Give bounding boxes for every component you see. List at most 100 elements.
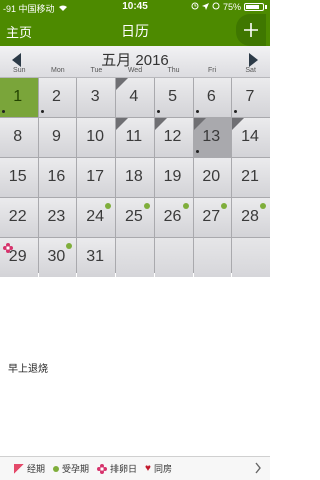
fertile-dot-icon: [53, 465, 60, 472]
period-icon: [14, 463, 24, 474]
day-number: 20: [202, 168, 221, 185]
status-bar: -91 中国移动 10:45 75%: [0, 0, 270, 14]
day-number: 28: [241, 208, 259, 225]
chevron-right-icon[interactable]: [254, 462, 262, 474]
legend-bar: 经期 受孕期 排卵日 ♥ 同房: [0, 456, 270, 480]
day-number: 30: [47, 248, 66, 265]
calendar-day-cell[interactable]: 9: [38, 118, 77, 157]
fertile-dot-icon: [260, 203, 266, 209]
calendar-empty-cell: [116, 238, 154, 277]
fertile-dot-icon: [182, 203, 189, 209]
fertile-dot-icon: [143, 203, 150, 209]
calendar-empty-cell: [154, 238, 193, 277]
battery-icon: [244, 3, 264, 11]
calendar-day-cell[interactable]: 2: [38, 78, 77, 117]
legend-fertile: 受孕期: [53, 462, 89, 475]
app-root: -91 中国移动 10:45 75% 主页 日历 五月 2016 Sun Mon…: [0, 0, 270, 480]
note-dot-icon: [156, 110, 160, 113]
day-number: 13: [202, 128, 221, 145]
calendar-day-cell[interactable]: 18: [116, 158, 154, 197]
day-number: 1: [13, 88, 23, 105]
legend-intercourse: ♥ 同房: [145, 462, 172, 475]
day-number: 2: [51, 88, 61, 105]
calendar-day-cell[interactable]: 14: [232, 118, 270, 157]
day-number: 27: [202, 208, 221, 225]
day-number: 21: [241, 168, 259, 185]
day-number: 11: [125, 128, 143, 145]
calendar-day-cell[interactable]: 5: [154, 78, 193, 117]
fertile-dot-icon: [66, 243, 73, 249]
day-number: 7: [245, 88, 255, 105]
day-number: 14: [241, 128, 259, 145]
weekday-label: Mon: [51, 67, 65, 74]
note-dot-icon: [40, 110, 44, 113]
day-number: 9: [51, 128, 61, 145]
calendar-day-cell[interactable]: 20: [193, 158, 232, 197]
calendar-day-cell[interactable]: 10: [77, 118, 116, 157]
day-number: 12: [163, 128, 182, 145]
status-right: 75%: [191, 2, 267, 12]
add-button[interactable]: [236, 14, 266, 46]
legend-ovulation-label: 排卵日: [110, 464, 138, 474]
calendar-day-cell[interactable]: 7: [232, 78, 270, 117]
flower-icon: [97, 463, 108, 474]
day-number: 8: [13, 128, 23, 145]
calendar-day-cell[interactable]: 15: [0, 158, 38, 197]
day-number: 24: [86, 208, 105, 225]
calendar-day-cell[interactable]: 26: [154, 198, 193, 237]
fertile-dot-icon: [221, 203, 228, 209]
calendar-day-cell[interactable]: 12: [154, 118, 193, 157]
day-number: 22: [8, 208, 27, 225]
weekday-label: Tue: [90, 67, 103, 74]
calendar-day-cell[interactable]: 19: [154, 158, 193, 197]
page-title: 日历: [121, 23, 149, 39]
clock-icon: [212, 2, 220, 12]
calendar-header: 五月 2016 Sun Mon Tue Wed Thu Fri Sat: [0, 46, 270, 78]
calendar-day-cell[interactable]: 25: [116, 198, 154, 237]
calendar-day-cell[interactable]: 30: [38, 238, 77, 277]
weekday-label: Thu: [167, 67, 180, 74]
day-number: 19: [163, 168, 182, 185]
calendar-day-cell[interactable]: 3: [77, 78, 116, 117]
calendar-empty-cell: [193, 238, 232, 277]
location-icon: [201, 2, 209, 12]
calendar-day-cell[interactable]: 4: [116, 78, 154, 117]
note-dot-icon: [195, 110, 199, 113]
calendar-day-cell[interactable]: 24: [77, 198, 116, 237]
calendar-day-cell[interactable]: 28: [232, 198, 270, 237]
calendar-day-cell[interactable]: 13: [193, 118, 232, 157]
day-number: 15: [8, 168, 27, 185]
weekday-label: Fri: [208, 67, 217, 74]
day-number: 23: [47, 208, 66, 225]
calendar-grid: 1 2 3 4 5 6 7 8 9 10 11 12 13 14 15 16 17 18 19 20 21 22 23 24 2…: [0, 78, 270, 277]
calendar-day-cell[interactable]: 16: [38, 158, 77, 197]
calendar-day-cell[interactable]: 6: [193, 78, 232, 117]
weekday-label: Wed: [127, 67, 143, 74]
legend-period: 经期: [14, 462, 45, 475]
day-number: 26: [163, 208, 182, 225]
nav-bar: 主页 日历: [0, 14, 270, 46]
calendar-empty-cell: [232, 238, 270, 277]
calendar-day-cell[interactable]: 23: [38, 198, 77, 237]
note-dot-icon: [234, 110, 238, 113]
calendar-day-cell[interactable]: 27: [193, 198, 232, 237]
plus-icon: [244, 23, 258, 37]
legend-intercourse-label: 同房: [153, 464, 172, 474]
calendar-day-cell[interactable]: 29: [0, 238, 38, 277]
calendar-day-cell[interactable]: 11: [116, 118, 154, 157]
alarm-icon: [191, 2, 199, 12]
calendar-day-cell[interactable]: 8: [0, 118, 38, 157]
day-note: 早上退烧: [8, 364, 48, 375]
calendar-day-cell[interactable]: 17: [77, 158, 116, 197]
legend-period-label: 经期: [27, 464, 46, 474]
day-number: 4: [129, 88, 139, 105]
fertile-dot-icon: [105, 203, 112, 209]
calendar-day-cell[interactable]: 31: [77, 238, 116, 277]
calendar-day-cell[interactable]: 21: [232, 158, 270, 197]
next-month-icon[interactable]: [249, 53, 258, 67]
calendar-day-cell[interactable]: 22: [0, 198, 38, 237]
day-number: 10: [86, 128, 105, 145]
weekday-row: Sun Mon Tue Wed Thu Fri Sat: [0, 67, 270, 74]
calendar-day-cell[interactable]: 1: [0, 78, 38, 117]
day-number: 18: [124, 168, 143, 185]
